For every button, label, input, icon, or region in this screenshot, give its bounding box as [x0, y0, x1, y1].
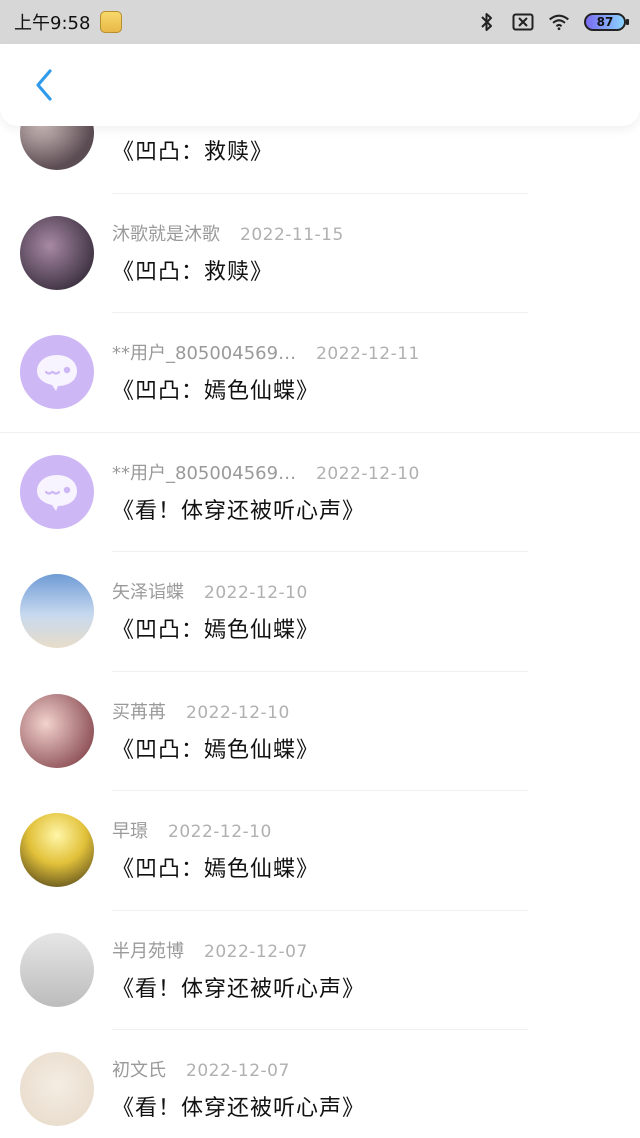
book-title: 《凹凸：嫣色仙蝶》: [112, 737, 320, 763]
item-meta: 沐歌就是沐歌 2022-11-15: [112, 220, 344, 246]
battery-icon: 87: [584, 13, 629, 31]
status-left: 上午9:58: [14, 9, 123, 35]
avatar[interactable]: [20, 693, 94, 768]
default-avatar-chat-icon: [37, 474, 77, 511]
avatar[interactable]: [20, 335, 94, 409]
post-date: 2022-12-11: [316, 344, 420, 364]
user-name[interactable]: 半月苑博: [112, 937, 184, 963]
book-title: 《看！体穿还被听心声》: [112, 1096, 366, 1121]
post-date: 2022-12-07: [186, 1061, 290, 1081]
avatar[interactable]: [20, 813, 94, 887]
user-name[interactable]: 初文氏: [112, 1056, 166, 1082]
user-name[interactable]: 沐歌就是沐歌: [112, 220, 220, 246]
list-item[interactable]: 沐歌就是沐歌 2022-11-15 《凹凸：救赎》: [0, 194, 640, 313]
user-name[interactable]: 早璟: [112, 817, 148, 843]
book-title: 《看！体穿还被听心声》: [112, 498, 366, 524]
list-item[interactable]: 早璟 2022-12-10 《凹凸：嫣色仙蝶》: [0, 791, 640, 911]
book-title: 《凹凸：救赎》: [112, 259, 274, 285]
list-item[interactable]: 半月苑博 2022-12-07 《看！体穿还被听心声》: [0, 911, 640, 1030]
list-item[interactable]: 买苒苒 2022-12-10 《凹凸：嫣色仙蝶》: [0, 672, 640, 791]
post-date: 2022-12-07: [204, 941, 308, 962]
list-item[interactable]: 矢泽诣蝶 2022-12-10 《凹凸：嫣色仙蝶》: [0, 552, 640, 672]
user-name[interactable]: 矢泽诣蝶: [112, 578, 184, 604]
post-date: 2022-11-15: [240, 224, 344, 245]
avatar[interactable]: [20, 932, 94, 1007]
post-date: 2022-12-10: [186, 702, 290, 723]
book-title: 《凹凸：救赎》: [112, 140, 274, 165]
post-date: 2022-12-10: [316, 463, 420, 484]
book-title: 《凹凸：嫣色仙蝶》: [112, 379, 320, 404]
post-date: 2022-12-10: [204, 583, 308, 603]
avatar[interactable]: [20, 454, 94, 529]
list-item[interactable]: **用户_805004569… 2022-12-11 《凹凸：嫣色仙蝶》: [0, 313, 640, 433]
item-meta: 矢泽诣蝶 2022-12-10: [112, 578, 308, 604]
user-name[interactable]: 买苒苒: [112, 698, 166, 724]
post-date: 2022-12-10: [168, 822, 272, 842]
chevron-left-icon: [36, 69, 52, 101]
book-title: 《看！体穿还被听心声》: [112, 976, 366, 1002]
status-time: 上午9:58: [14, 13, 91, 34]
item-meta: 早璟 2022-12-10: [112, 817, 272, 843]
list-item[interactable]: **用户_805004569… 2022-12-10 《看！体穿还被听心声》: [0, 433, 640, 552]
avatar[interactable]: [20, 1052, 94, 1126]
status-right: 87: [476, 11, 629, 33]
bluetooth-icon: [476, 11, 498, 33]
wifi-icon: [548, 11, 570, 33]
default-avatar-chat-icon: [37, 355, 77, 391]
avatar[interactable]: [20, 574, 94, 648]
battery-level: 87: [596, 15, 614, 29]
item-meta: 半月苑博 2022-12-07: [112, 937, 308, 963]
sim-off-icon: [512, 11, 534, 33]
user-name[interactable]: **用户_805004569…: [112, 459, 296, 485]
status-bar: 上午9:58 87: [0, 0, 640, 44]
item-meta: **用户_805004569… 2022-12-10: [112, 459, 420, 485]
book-title: 《凹凸：嫣色仙蝶》: [112, 618, 320, 643]
item-meta: **用户_805004569… 2022-12-11: [112, 339, 420, 365]
list-item[interactable]: 初文氏 2022-12-07 《看！体穿还被听心声》: [0, 1030, 640, 1138]
mascot-icon: [100, 11, 123, 33]
item-meta: 买苒苒 2022-12-10: [112, 698, 290, 724]
back-button[interactable]: [14, 55, 74, 115]
item-meta: 初文氏 2022-12-07: [112, 1056, 290, 1082]
avatar[interactable]: [20, 215, 94, 290]
comment-list: 《凹凸：救赎》 沐歌就是沐歌 2022-11-15 《凹凸：救赎》 **用户_8…: [0, 74, 640, 1138]
user-name[interactable]: **用户_805004569…: [112, 339, 296, 365]
book-title: 《凹凸：嫣色仙蝶》: [112, 857, 320, 882]
header: [0, 44, 640, 126]
